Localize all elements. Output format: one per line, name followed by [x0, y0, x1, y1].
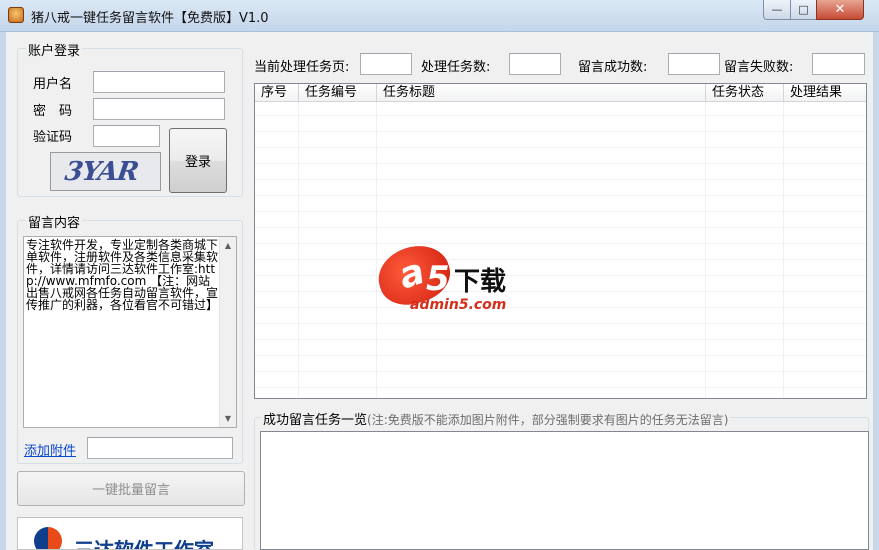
fail-count-field[interactable] — [812, 53, 865, 75]
watermark-letter: a — [393, 250, 430, 298]
message-content: 专注软件开发，专业定制各类商城下单软件，注册软件及各类信息采集软件，详情请访问三… — [26, 238, 219, 312]
success-count-label: 留言成功数: — [578, 60, 648, 75]
window-body: 账户登录 用户名 密 码 验证码 3YAR 登录 留言内容 专注软件开发，专业定… — [0, 32, 879, 550]
captcha-input[interactable] — [93, 125, 160, 147]
fail-count-label: 留言失败数: — [724, 60, 794, 75]
watermark-domain: admin5.com — [410, 297, 507, 313]
column-divider — [783, 102, 784, 398]
close-icon: ✕ — [834, 2, 846, 17]
password-input[interactable] — [93, 98, 225, 120]
captcha-image[interactable]: 3YAR — [50, 152, 161, 191]
scroll-up-icon[interactable]: ▲ — [220, 237, 236, 254]
login-button[interactable]: 登录 — [169, 128, 227, 193]
task-count-field[interactable] — [509, 53, 561, 75]
maximize-button[interactable]: □ — [790, 0, 817, 20]
captcha-label: 验证码 — [33, 130, 73, 145]
close-button[interactable]: ✕ — [816, 0, 864, 20]
minimize-icon: — — [771, 3, 783, 16]
message-scrollbar[interactable]: ▲ ▼ — [219, 237, 236, 427]
column-header-task-id[interactable]: 任务编号 — [299, 84, 377, 102]
window-title: 猪八戒一键任务留言软件【免费版】V1.0 — [31, 11, 269, 26]
maximize-icon: □ — [798, 3, 809, 16]
captcha-image-text: 3YAR — [62, 157, 140, 187]
studio-logo-banner: 三达软件工作室 — [17, 517, 243, 550]
scroll-down-icon[interactable]: ▼ — [220, 410, 236, 427]
studio-logo-icon — [34, 527, 62, 549]
message-group-title: 留言内容 — [26, 212, 83, 231]
success-task-list[interactable] — [260, 431, 869, 550]
attachment-path-input[interactable] — [87, 437, 233, 459]
column-header-task-status[interactable]: 任务状态 — [706, 84, 784, 102]
title-bar[interactable]: 猪八戒一键任务留言软件【免费版】V1.0 — □ ✕ — [0, 0, 879, 32]
column-header-result[interactable]: 处理结果 — [784, 84, 866, 102]
login-group-title: 账户登录 — [26, 40, 83, 59]
password-label: 密 码 — [33, 104, 73, 119]
admin5-watermark: a 5 下载 admin5.com — [370, 237, 518, 327]
column-header-task-title[interactable]: 任务标题 — [377, 84, 706, 102]
success-list-title: 成功留言任务一览 — [263, 413, 368, 428]
watermark-text: 下载 — [454, 267, 507, 297]
current-page-field[interactable] — [360, 53, 412, 75]
app-icon — [8, 7, 24, 23]
task-table-header: 序号 任务编号 任务标题 任务状态 处理结果 — [255, 84, 866, 102]
column-divider — [705, 102, 706, 398]
message-textarea[interactable]: 专注软件开发，专业定制各类商城下单软件，注册软件及各类信息采集软件，详情请访问三… — [23, 236, 237, 428]
success-list-note: (注:免费版不能添加图片附件，部分强制要求有图片的任务无法留言) — [367, 413, 729, 427]
task-table[interactable]: 序号 任务编号 任务标题 任务状态 处理结果 — [254, 83, 867, 399]
studio-logo-text: 三达软件工作室 — [74, 538, 214, 550]
username-input[interactable] — [93, 71, 225, 93]
task-count-label: 处理任务数: — [421, 60, 491, 75]
current-page-label: 当前处理任务页: — [254, 60, 350, 75]
watermark-digit: 5 — [426, 259, 450, 299]
minimize-button[interactable]: — — [763, 0, 791, 20]
column-header-index[interactable]: 序号 — [255, 84, 299, 102]
username-label: 用户名 — [33, 77, 73, 92]
batch-message-button[interactable]: 一键批量留言 — [17, 471, 245, 506]
add-attachment-link[interactable]: 添加附件 — [24, 440, 76, 459]
success-count-field[interactable] — [668, 53, 720, 75]
column-divider — [298, 102, 299, 398]
